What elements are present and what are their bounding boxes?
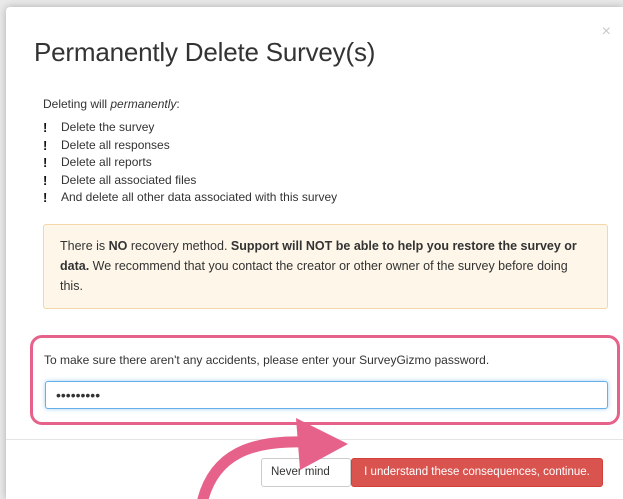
consequence-list: ! Delete the survey ! Delete all responses… [43, 119, 337, 207]
list-item: ! Delete all associated files [43, 172, 337, 190]
intro-suffix: : [176, 97, 180, 111]
list-item: ! And delete all other data associated wi… [43, 189, 337, 207]
never-mind-button[interactable]: Never mind [261, 458, 351, 487]
password-label: To make sure there aren't any accidents,… [44, 353, 490, 367]
list-item-label: And delete all other data associated wit… [61, 190, 338, 204]
exclamation-icon: ! [43, 120, 48, 135]
warning-text: We recommend that you contact the creato… [60, 259, 568, 293]
warning-emphasis: NO [108, 239, 128, 253]
password-highlight-box: To make sure there aren't any accidents,… [30, 335, 620, 425]
password-input[interactable] [45, 381, 608, 409]
confirm-delete-button[interactable]: I understand these consequences, continu… [351, 458, 603, 487]
exclamation-icon: ! [43, 137, 48, 153]
warning-alert: There is NO recovery method. Support wil… [43, 224, 608, 309]
list-item-label: Delete all responses [61, 137, 170, 152]
exclamation-icon: ! [43, 155, 48, 170]
exclamation-icon: ! [43, 190, 48, 205]
list-item-label: Delete the survey [61, 120, 155, 134]
warning-text: recovery method. [127, 239, 231, 253]
intro-emphasis: permanently [110, 97, 177, 111]
list-item-label: Delete all associated files [61, 172, 197, 187]
dialog-title: Permanently Delete Survey(s) [34, 37, 376, 67]
delete-survey-dialog: × Permanently Delete Survey(s) Deleting … [6, 7, 623, 499]
list-item-label: Delete all reports [61, 155, 152, 169]
intro-text: Deleting will permanently: [43, 97, 180, 111]
warning-text: There is [60, 239, 109, 253]
list-item: ! Delete all reports [43, 154, 337, 172]
intro-prefix: Deleting will [43, 97, 111, 111]
list-item: ! Delete the survey [43, 119, 337, 137]
footer-divider [6, 439, 623, 440]
close-icon[interactable]: × [602, 24, 611, 40]
list-item: ! Delete all responses [43, 137, 337, 155]
exclamation-icon: ! [43, 172, 48, 188]
